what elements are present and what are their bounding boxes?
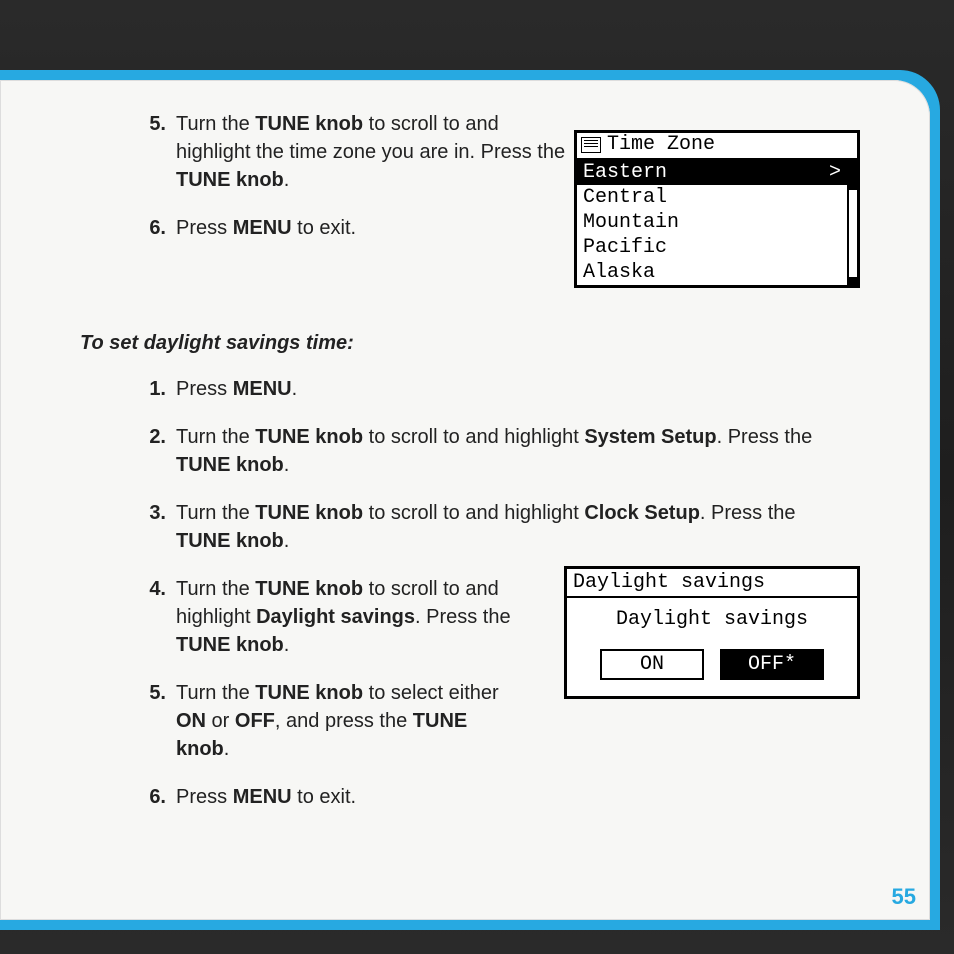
step-1: 1. Press MENU.: [138, 375, 880, 403]
t-bold: Clock Setup: [584, 502, 700, 524]
step-number: 1.: [138, 375, 166, 403]
step-text: Turn the TUNE knob to scroll to and high…: [176, 575, 516, 659]
chevron-right-icon: >: [829, 161, 841, 184]
t: Press: [176, 217, 233, 239]
t-bold: MENU: [233, 786, 292, 808]
t: Turn the: [176, 426, 255, 448]
t: .: [284, 454, 290, 476]
t: .: [284, 530, 290, 552]
toggle-group: ON OFF*: [567, 649, 857, 686]
page-number: 55: [892, 884, 916, 910]
timezone-option-pacific[interactable]: Pacific: [577, 235, 847, 260]
lcd-title: Time Zone: [607, 133, 715, 156]
lcd-body: Eastern > Central Mountain Pacific Alask…: [577, 160, 857, 285]
t: , and press the: [275, 710, 413, 732]
timezone-option-mountain[interactable]: Mountain: [577, 210, 847, 235]
t: Turn the: [176, 502, 255, 524]
step-number: 4.: [138, 575, 166, 659]
scrollbar[interactable]: [847, 160, 857, 285]
option-label: Eastern: [583, 161, 667, 184]
t: . Press the: [717, 426, 813, 448]
t: . Press the: [415, 606, 511, 628]
t-bold: TUNE knob: [176, 454, 284, 476]
step-number: 6.: [138, 783, 166, 811]
step-number: 2.: [138, 423, 166, 479]
t-bold: System Setup: [584, 426, 716, 448]
t-bold: TUNE knob: [255, 113, 363, 135]
page-content: 5. Turn the TUNE knob to scroll to and h…: [80, 100, 880, 831]
step-number: 3.: [138, 499, 166, 555]
manual-page: 5. Turn the TUNE knob to scroll to and h…: [0, 80, 930, 920]
step-number: 5.: [138, 110, 166, 194]
lcd-time-zone: Time Zone Eastern > Central Mountain Pac…: [574, 130, 860, 288]
lcd-title: Daylight savings: [567, 569, 857, 598]
step-number: 6.: [138, 214, 166, 242]
t: to exit.: [292, 217, 356, 239]
t-bold: TUNE knob: [255, 426, 363, 448]
step-text: Turn the TUNE knob to scroll to and high…: [176, 499, 816, 555]
t-bold: Daylight savings: [256, 606, 415, 628]
daylight-on-button[interactable]: ON: [600, 649, 704, 680]
t: .: [292, 378, 298, 400]
step-text: Press MENU to exit.: [176, 783, 816, 811]
t-bold: MENU: [233, 378, 292, 400]
t-bold: TUNE knob: [255, 502, 363, 524]
section-heading: To set daylight savings time:: [80, 332, 880, 355]
daylight-off-button[interactable]: OFF*: [720, 649, 824, 680]
lcd-daylight-savings: Daylight savings Daylight savings ON OFF…: [564, 566, 860, 699]
step-text: Turn the TUNE knob to scroll to and high…: [176, 110, 576, 194]
step-number: 5.: [138, 679, 166, 763]
t-bold: ON: [176, 710, 206, 732]
t-bold: TUNE knob: [176, 169, 284, 191]
timezone-option-central[interactable]: Central: [577, 185, 847, 210]
timezone-option-alaska[interactable]: Alaska: [577, 260, 847, 285]
lcd-title-bar: Time Zone: [577, 133, 857, 160]
step-3: 3. Turn the TUNE knob to scroll to and h…: [138, 499, 880, 555]
t-bold: OFF: [235, 710, 275, 732]
lcd-body: Daylight savings ON OFF*: [567, 598, 857, 696]
t: or: [206, 710, 235, 732]
timezone-option-eastern[interactable]: Eastern >: [577, 160, 847, 185]
t-bold: TUNE knob: [255, 682, 363, 704]
step-text: Press MENU.: [176, 375, 816, 403]
t: Turn the: [176, 682, 255, 704]
t: Press: [176, 378, 233, 400]
t: .: [224, 738, 230, 760]
step-2: 2. Turn the TUNE knob to scroll to and h…: [138, 423, 880, 479]
t: to select either: [363, 682, 499, 704]
t: to scroll to and highlight: [363, 502, 584, 524]
t: .: [284, 634, 290, 656]
t-bold: TUNE knob: [176, 634, 284, 656]
scrollbar-thumb[interactable]: [849, 168, 857, 190]
setting-label: Daylight savings: [567, 608, 857, 631]
t: . Press the: [700, 502, 796, 524]
list-icon: [581, 137, 601, 153]
t: Turn the: [176, 113, 255, 135]
t: to exit.: [292, 786, 356, 808]
timezone-list: Eastern > Central Mountain Pacific Alask…: [577, 160, 847, 285]
step-6: 6. Press MENU to exit.: [138, 783, 880, 811]
t-bold: MENU: [233, 217, 292, 239]
t: .: [284, 169, 290, 191]
t: Press: [176, 786, 233, 808]
step-text: Turn the TUNE knob to select either ON o…: [176, 679, 516, 763]
t-bold: TUNE knob: [255, 578, 363, 600]
t: to scroll to and highlight: [363, 426, 584, 448]
t: Turn the: [176, 578, 255, 600]
t-bold: TUNE knob: [176, 530, 284, 552]
step-text: Turn the TUNE knob to scroll to and high…: [176, 423, 816, 479]
